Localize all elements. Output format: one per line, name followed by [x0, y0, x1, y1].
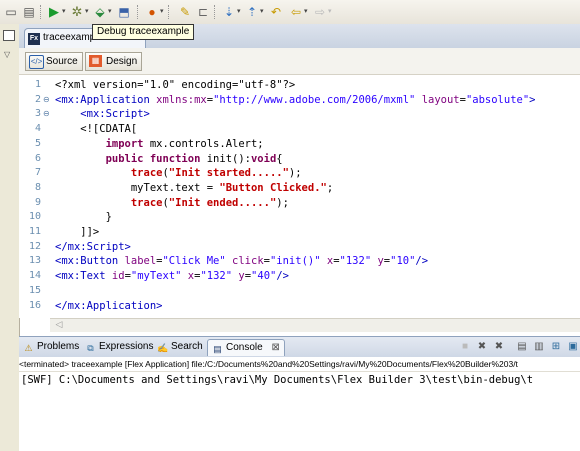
new-component-icon[interactable]: ● — [145, 5, 159, 19]
forward-dropdown-icon[interactable]: ▾ — [328, 7, 332, 15]
tab-search-label: Search — [171, 341, 203, 352]
tab-console[interactable]: ▤ Console ⊠ — [207, 339, 285, 356]
line-number: 14 — [28, 270, 41, 282]
code-line: </mx:Application> — [55, 299, 163, 312]
code-line: <mx:Script> — [80, 108, 150, 121]
code-line: import mx.controls.Alert; — [105, 137, 264, 150]
line-number: 11 — [28, 226, 41, 237]
debug-icon[interactable]: ✲ — [70, 5, 84, 19]
line-number: 8 — [34, 181, 41, 193]
remove-all-terminated-icon[interactable]: ✖ — [493, 341, 505, 353]
line-number: 15 — [28, 284, 41, 296]
tab-problems[interactable]: ⚠ Problems — [23, 339, 79, 355]
fold-toggle-icon[interactable]: ⊖ — [43, 93, 50, 107]
run-dropdown-icon[interactable]: ▾ — [62, 7, 66, 15]
run-icon[interactable]: ▶ — [47, 5, 61, 19]
view-menu-icon[interactable]: ▽ — [4, 50, 10, 59]
code-line: } — [55, 211, 112, 224]
line-number: 16 — [28, 299, 41, 311]
source-code-icon: </> — [29, 55, 44, 69]
design-mode-label: Design — [106, 56, 138, 67]
clear-console-icon[interactable]: ▤ — [516, 341, 528, 353]
design-mode-button[interactable]: ▦ Design — [85, 52, 143, 71]
main-toolbar: ▭ ▤ ▶ ▾ ✲ ▾ ⬙ ▾ ⬒ ● ▾ ✎ ⊏ ⇣ ▾ ⇡ ▾ ↶ ⇦ ▾ … — [0, 0, 580, 25]
next-annotation-dropdown-icon[interactable]: ▾ — [237, 7, 241, 15]
line-number: 13 — [28, 255, 41, 267]
toolbar-separator — [168, 5, 170, 19]
last-edit-location-icon[interactable]: ↶ — [269, 5, 283, 19]
remove-launch-icon[interactable]: ✖ — [476, 341, 488, 353]
next-annotation-icon[interactable]: ⇣ — [222, 5, 236, 19]
save-icon[interactable]: ▤ — [22, 5, 36, 19]
new-icon[interactable]: ▭ — [4, 5, 18, 19]
line-number: 12 — [28, 240, 41, 252]
line-number: 6 — [34, 152, 41, 164]
line-number: 9 — [34, 196, 41, 208]
toolbar-separator — [214, 5, 216, 19]
terminate-icon[interactable]: ■ — [459, 341, 471, 353]
tab-problems-label: Problems — [37, 341, 80, 352]
expressions-icon: ⧉ — [87, 343, 94, 353]
code-line: <mx:Application xmlns:mx="http://www.ado… — [55, 93, 536, 106]
source-mode-button[interactable]: </> Source — [25, 52, 83, 71]
display-console-icon[interactable]: ▣ — [567, 341, 579, 353]
close-console-icon[interactable]: ⊠ — [271, 342, 279, 353]
code-line: myText.text = "Button Clicked."; — [55, 181, 334, 194]
search-icon: ✍ — [157, 343, 169, 353]
code-line: ]]> — [55, 226, 100, 238]
tab-console-label: Console — [226, 342, 263, 353]
editor-horizontal-scrollbar[interactable] — [50, 318, 580, 332]
debug-tooltip: Debug traceexample — [92, 24, 195, 40]
restore-icon[interactable] — [3, 30, 15, 41]
debug-dropdown-icon[interactable]: ▾ — [85, 7, 89, 15]
left-view-strip: ▽ — [0, 24, 20, 451]
profile-icon[interactable]: ⬙ — [93, 5, 107, 19]
toolbar-separator — [137, 5, 139, 19]
line-number: 7 — [34, 167, 41, 179]
line-number: 10 — [28, 211, 41, 223]
code-line: </mx:Script> — [55, 240, 131, 253]
scroll-left-icon[interactable]: ◁ — [52, 319, 66, 330]
code-line: <mx:Button label="Click Me" click="init(… — [55, 255, 429, 268]
design-view-icon: ▦ — [89, 55, 102, 67]
code-line: <mx:Text id="myText" x="132" y="40"/> — [55, 270, 289, 283]
line-number: 3 — [34, 108, 41, 120]
previous-annotation-dropdown-icon[interactable]: ▾ — [260, 7, 264, 15]
forward-icon[interactable]: ⇨ — [313, 5, 327, 19]
scroll-lock-icon[interactable]: ▥ — [533, 341, 545, 353]
tab-expressions-label: Expressions — [99, 341, 154, 352]
code-line: public function init():void{ — [105, 152, 283, 165]
mark-occurrences-icon[interactable]: ✎ — [178, 5, 192, 19]
code-line: <?xml version="1.0" encoding="utf-8"?> — [55, 79, 296, 91]
code-line: <![CDATA[ — [55, 123, 138, 136]
problems-icon: ⚠ — [24, 343, 33, 353]
flex-file-icon: Fx — [28, 33, 40, 45]
tab-expressions[interactable]: ⧉ Expressions — [85, 339, 153, 355]
toolbar-separator — [40, 5, 42, 19]
pin-console-icon[interactable]: ⊞ — [550, 341, 562, 353]
back-dropdown-icon[interactable]: ▾ — [304, 7, 308, 15]
line-number: 2 — [34, 93, 41, 105]
console-icon: ▤ — [213, 344, 222, 354]
console-output-line: [SWF] C:\Documents and Settings\ravi\My … — [21, 374, 534, 386]
console-launch-description: <terminated> traceexample [Flex Applicat… — [19, 357, 580, 372]
code-line: trace("Init started....."); — [130, 167, 302, 180]
source-design-bar: </> Source ▦ Design — [19, 48, 580, 75]
export-release-icon[interactable]: ⬒ — [117, 5, 131, 19]
fold-toggle-icon[interactable]: ⊖ — [43, 107, 50, 121]
line-number: 4 — [34, 123, 41, 135]
previous-annotation-icon[interactable]: ⇡ — [245, 5, 259, 19]
line-number: 5 — [34, 137, 41, 149]
back-icon[interactable]: ⇦ — [289, 5, 303, 19]
show-whitespace-icon[interactable]: ⊏ — [196, 5, 210, 19]
tab-search[interactable]: ✍ Search — [157, 339, 203, 355]
code-line: trace("Init ended....."); — [130, 196, 289, 209]
bottom-panel-tab-bar: ⚠ Problems ⧉ Expressions ✍ Search ▤ Console … — [19, 336, 580, 358]
new-component-dropdown-icon[interactable]: ▾ — [160, 7, 164, 15]
line-number: 1 — [34, 79, 41, 90]
source-mode-label: Source — [46, 56, 78, 67]
profile-dropdown-icon[interactable]: ▾ — [108, 7, 112, 15]
